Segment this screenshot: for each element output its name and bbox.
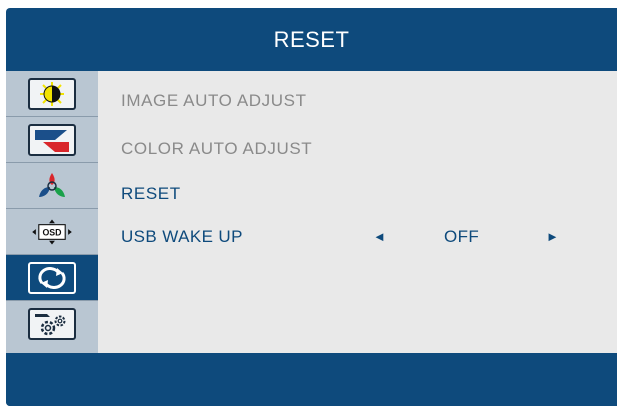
menu-item-usb-wake-up-row[interactable]: USB WAKE UP ◄ OFF ► [121,226,591,248]
tab-reset[interactable] [6,255,98,301]
tab-color[interactable] [6,163,98,209]
usb-wake-up-value: OFF [444,227,480,246]
right-arrow-icon[interactable]: ► [546,226,559,248]
menu-item-color-auto-adjust[interactable]: COLOR AUTO ADJUST [121,139,312,159]
menu-title-bar: RESET [6,8,617,71]
color-rgb-icon [28,170,76,202]
osd-position-icon: OSD [28,216,76,248]
image-settings-icon [28,123,76,156]
brightness-contrast-icon [28,77,76,110]
tab-brightness[interactable] [6,71,98,117]
menu-item-reset[interactable]: RESET [121,184,181,204]
left-arrow-icon[interactable]: ◄ [373,226,386,248]
tab-osd[interactable]: OSD [6,209,98,255]
tab-image[interactable] [6,117,98,163]
tab-setup[interactable] [6,301,98,347]
menu-sidebar: OSD [6,71,98,353]
svg-text:OSD: OSD [42,227,61,237]
menu-item-image-auto-adjust[interactable]: IMAGE AUTO ADJUST [121,91,307,111]
menu-content-panel: IMAGE AUTO ADJUST COLOR AUTO ADJUST RESE… [98,71,617,353]
menu-title: RESET [273,26,350,52]
menu-footer-bar [6,353,617,406]
osd-menu-window: RESET OSD IMAGE AUTO ADJUST COLOR AUTO A… [6,8,617,406]
gear-settings-icon [28,308,76,340]
reset-cycle-icon [28,261,76,294]
menu-item-usb-wake-up: USB WAKE UP [121,227,243,246]
